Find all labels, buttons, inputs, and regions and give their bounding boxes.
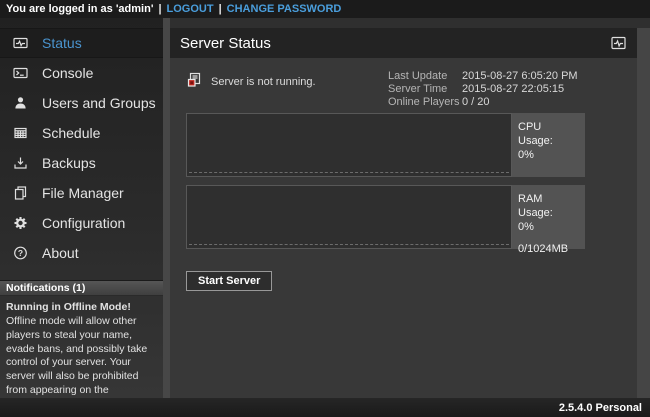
sidebar-item-label: Status xyxy=(42,35,82,51)
sidebar-item-status[interactable]: Status xyxy=(0,28,163,58)
server-info-table: Last Update 2015-08-27 6:05:20 PM Server… xyxy=(388,70,585,108)
users-icon xyxy=(12,95,29,111)
cpu-usage-panel: CPU Usage: 0% xyxy=(186,113,585,177)
server-status-message: Server is not running. xyxy=(211,76,316,88)
sidebar-item-users-and-groups[interactable]: Users and Groups xyxy=(0,88,163,118)
topbar: You are logged in as 'admin' | LOGOUT | … xyxy=(0,0,650,18)
sidebar: Status Console xyxy=(0,18,163,398)
sidebar-item-schedule[interactable]: Schedule xyxy=(0,118,163,148)
scrollbar[interactable] xyxy=(637,28,650,398)
file-manager-icon xyxy=(12,185,29,201)
sidebar-item-file-manager[interactable]: File Manager xyxy=(0,178,163,208)
cpu-usage-value: 0% xyxy=(518,149,579,163)
page-title: Server Status xyxy=(180,35,271,52)
ram-usage-detail: 0/1024MB xyxy=(518,243,579,257)
logout-link[interactable]: LOGOUT xyxy=(167,3,214,15)
mcmyadmin-app: You are logged in as 'admin' | LOGOUT | … xyxy=(0,0,650,417)
info-value: 2015-08-27 6:05:20 PM xyxy=(462,70,585,82)
backups-icon xyxy=(12,155,29,171)
sidebar-item-label: About xyxy=(42,245,79,261)
info-value: 0 / 20 xyxy=(462,96,585,108)
help-icon: ? xyxy=(12,245,29,261)
sidebar-item-console[interactable]: Console xyxy=(0,58,163,88)
gear-icon xyxy=(12,215,29,231)
main-body: Server is not running. Last Update 2015-… xyxy=(170,58,650,398)
layout: Status Console xyxy=(0,18,650,398)
ram-usage-label-box: RAM Usage: 0% 0/1024MB xyxy=(512,185,585,249)
server-stopped-icon xyxy=(186,72,202,91)
status-row: Server is not running. Last Update 2015-… xyxy=(186,70,585,108)
sidebar-item-label: Schedule xyxy=(42,125,100,141)
server-status-message-group: Server is not running. xyxy=(186,70,316,91)
logged-in-text: You are logged in as 'admin' xyxy=(6,3,153,15)
notifications-header: Notifications (1) xyxy=(0,280,163,296)
cpu-usage-label: CPU Usage: xyxy=(518,121,579,149)
status-chart-icon xyxy=(610,36,627,50)
sidebar-item-label: Users and Groups xyxy=(42,95,156,111)
ram-usage-label: RAM Usage: xyxy=(518,193,579,221)
main-panel: Server Status xyxy=(170,18,650,398)
info-label: Online Players xyxy=(388,96,462,108)
sidebar-item-configuration[interactable]: Configuration xyxy=(0,208,163,238)
sidebar-item-backups[interactable]: Backups xyxy=(0,148,163,178)
sidebar-item-label: Console xyxy=(42,65,93,81)
status-icon xyxy=(12,35,29,51)
svg-text:?: ? xyxy=(18,248,23,258)
console-icon xyxy=(12,65,29,81)
info-label: Last Update xyxy=(388,70,462,82)
footer: 2.5.4.0 Personal xyxy=(0,398,650,417)
version-label: 2.5.4.0 Personal xyxy=(559,402,642,414)
sidebar-item-label: File Manager xyxy=(42,185,124,201)
schedule-icon xyxy=(12,125,29,141)
sidebar-item-label: Configuration xyxy=(42,215,125,231)
separator: | xyxy=(219,3,222,15)
ram-usage-chart xyxy=(186,185,512,249)
main-header: Server Status xyxy=(170,28,637,58)
separator: | xyxy=(158,3,161,15)
ram-usage-panel: RAM Usage: 0% 0/1024MB xyxy=(186,185,585,249)
info-value: 2015-08-27 22:05:15 xyxy=(462,83,585,95)
main-top-gap xyxy=(170,18,650,28)
info-label: Server Time xyxy=(388,83,462,95)
notification-title: Running in Offline Mode! xyxy=(6,301,157,315)
cpu-usage-label-box: CPU Usage: 0% xyxy=(512,113,585,177)
start-server-button[interactable]: Start Server xyxy=(186,271,272,291)
chart-zero-baseline xyxy=(189,172,509,173)
sidebar-divider xyxy=(163,18,170,398)
cpu-usage-chart xyxy=(186,113,512,177)
ram-usage-value: 0% xyxy=(518,221,579,235)
chart-zero-baseline xyxy=(189,244,509,245)
sidebar-item-label: Backups xyxy=(42,155,96,171)
sidebar-item-about[interactable]: ? About xyxy=(0,238,163,268)
sidebar-menu: Status Console xyxy=(0,18,163,268)
change-password-link[interactable]: CHANGE PASSWORD xyxy=(227,3,342,15)
